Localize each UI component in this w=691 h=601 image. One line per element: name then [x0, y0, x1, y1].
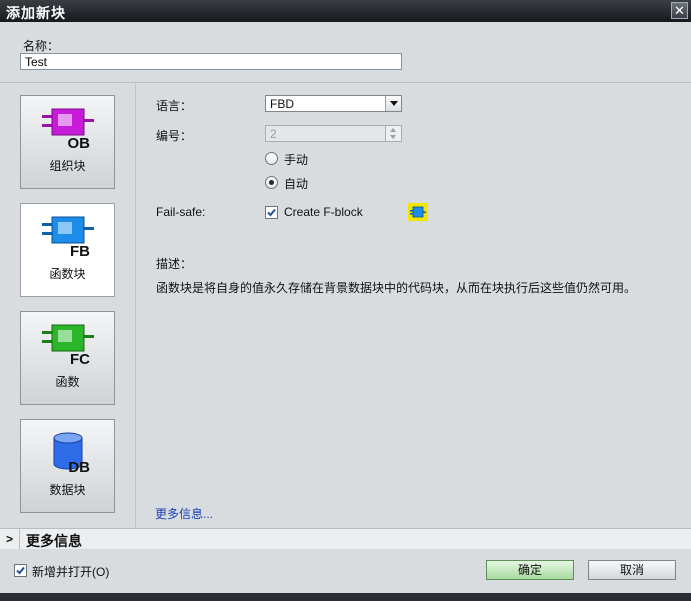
block-type-fb[interactable]: FB 函数块 — [20, 203, 115, 297]
block-properties-panel — [136, 83, 691, 528]
description-text: 函数块是将自身的值永久存储在背景数据块中的代码块，从而在块执行后这些值仍然可用。 — [156, 281, 637, 295]
name-label: 名称： — [23, 39, 60, 53]
chevron-right-icon[interactable]: > — [6, 532, 13, 546]
block-type-label: 组织块 — [49, 159, 86, 173]
block-type-ob[interactable]: OB 组织块 — [20, 95, 115, 189]
add-and-open-label: 新增并打开(O) — [32, 565, 110, 579]
description-label: 描述： — [156, 257, 193, 271]
db-block-icon: DB — [53, 432, 90, 476]
ob-block-icon: OB — [41, 108, 94, 152]
fc-block-icon: FC — [41, 324, 94, 368]
title-bar: 添加新块 ✕ — [0, 0, 691, 22]
radio-auto[interactable] — [265, 176, 278, 189]
block-type-label: 数据块 — [49, 483, 86, 497]
checkmark-icon — [16, 566, 25, 575]
bar-divider — [19, 529, 20, 549]
block-type-panel: OB 组织块 FB 函数块 FC 函数 DB 数据块 — [0, 83, 136, 528]
db-badge: DB — [68, 459, 90, 476]
block-type-db[interactable]: DB 数据块 — [20, 419, 115, 513]
failsafe-label: Fail-safe: — [156, 205, 206, 219]
create-fblock-label: Create F-block — [284, 205, 363, 219]
ok-button[interactable]: 确定 — [486, 560, 574, 580]
name-input[interactable] — [20, 53, 402, 70]
close-icon: ✕ — [674, 3, 685, 18]
checkmark-icon — [267, 208, 276, 217]
close-button[interactable]: ✕ — [671, 2, 688, 19]
radio-auto-label: 自动 — [284, 177, 309, 191]
block-type-label: 函数块 — [49, 267, 86, 281]
number-value: 2 — [270, 127, 277, 141]
block-type-label: 函数 — [55, 375, 80, 389]
more-info-link[interactable]: 更多信息... — [155, 505, 213, 522]
more-info-bar[interactable]: > 更多信息 — [0, 528, 691, 550]
ob-badge: OB — [67, 135, 90, 152]
cancel-button[interactable]: 取消 — [588, 560, 676, 580]
more-info-bar-label: 更多信息 — [26, 533, 82, 549]
language-label: 语言： — [156, 99, 193, 113]
add-and-open-checkbox[interactable] — [14, 564, 27, 577]
number-label: 编号： — [156, 129, 193, 143]
fblock-icon — [408, 203, 428, 221]
fb-block-icon: FB — [41, 216, 94, 260]
create-fblock-checkbox[interactable] — [265, 206, 278, 219]
window-bottom-edge — [0, 593, 691, 601]
fb-badge: FB — [70, 243, 90, 260]
language-value: FBD — [270, 97, 294, 111]
dialog-footer: 新增并打开(O) 确定 取消 — [0, 549, 691, 593]
radio-manual[interactable] — [265, 152, 278, 165]
block-type-fc[interactable]: FC 函数 — [20, 311, 115, 405]
spinner-arrows-icon — [385, 126, 401, 141]
window-title: 添加新块 — [6, 5, 66, 21]
radio-manual-label: 手动 — [284, 153, 309, 167]
fc-badge: FC — [70, 351, 90, 368]
number-stepper: 2 — [265, 125, 402, 142]
chevron-down-icon[interactable] — [385, 96, 401, 111]
language-select[interactable]: FBD — [265, 95, 402, 112]
